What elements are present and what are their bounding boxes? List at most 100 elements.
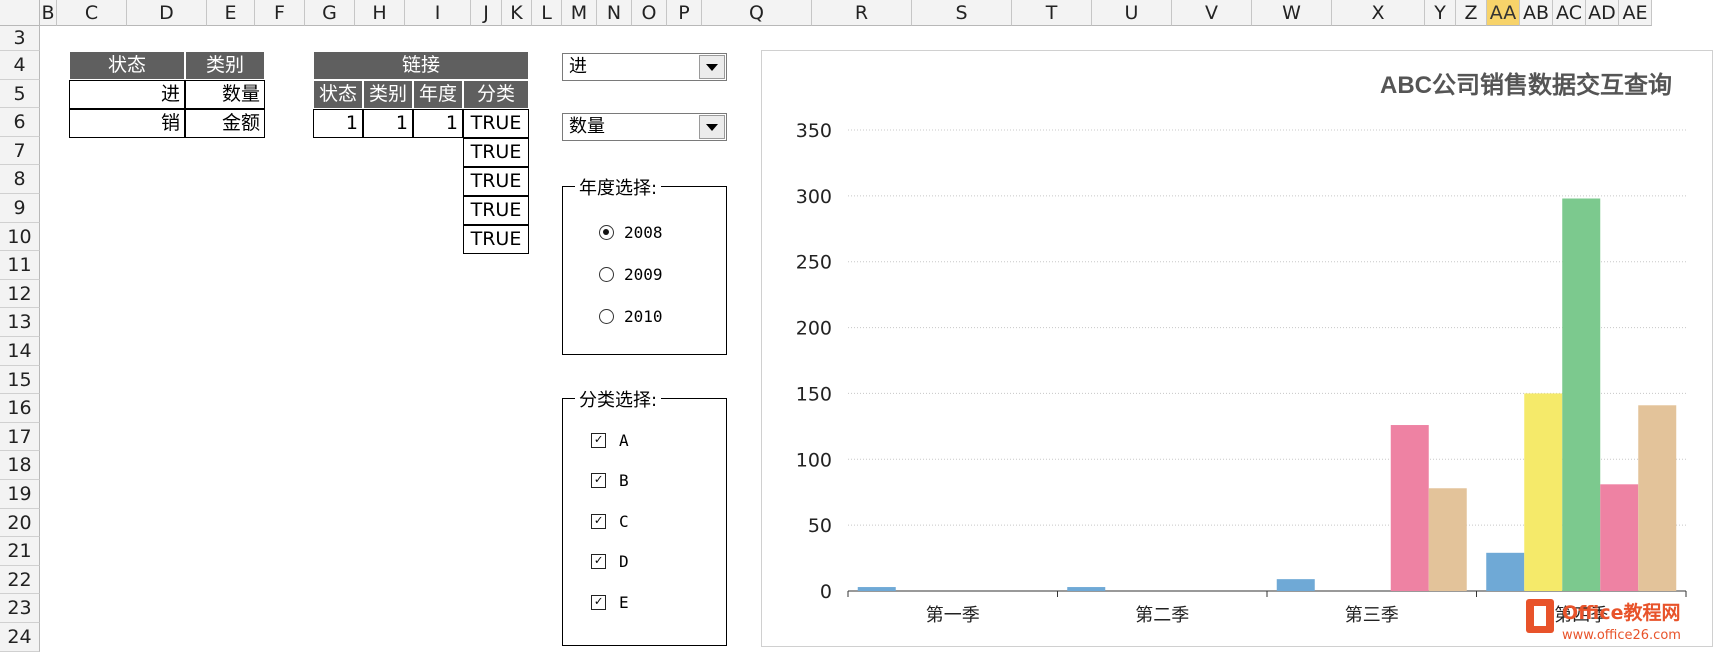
- row-header[interactable]: 10: [0, 222, 40, 252]
- row-header[interactable]: 9: [0, 194, 40, 223]
- row-header[interactable]: 12: [0, 279, 40, 309]
- column-header[interactable]: R: [812, 0, 912, 26]
- checkbox-e[interactable]: ✓ E: [591, 593, 629, 612]
- column-header[interactable]: P: [667, 0, 702, 26]
- bar-D: [1390, 425, 1429, 591]
- column-header[interactable]: Q: [702, 0, 812, 26]
- row-header[interactable]: 20: [0, 508, 40, 538]
- t1-cell-type-amount[interactable]: 金额: [185, 109, 265, 138]
- column-header[interactable]: M: [562, 0, 597, 26]
- watermark-url: www.office26.com: [1562, 628, 1681, 643]
- column-header[interactable]: S: [912, 0, 1012, 26]
- y-tick-label: 0: [820, 581, 832, 603]
- column-header[interactable]: AB: [1520, 0, 1553, 26]
- checkbox-checked-icon: ✓: [591, 514, 606, 529]
- radio-2008[interactable]: 2008: [599, 223, 663, 242]
- t2-cell-status[interactable]: 1: [313, 109, 363, 138]
- row-header[interactable]: 23: [0, 594, 40, 623]
- row-header[interactable]: 8: [0, 165, 40, 194]
- t2-cell-category[interactable]: TRUE: [463, 167, 529, 196]
- column-header[interactable]: AE: [1619, 0, 1652, 26]
- t2-cell-category[interactable]: TRUE: [463, 196, 529, 225]
- row-header[interactable]: 15: [0, 365, 40, 395]
- x-category-label: 第二季: [1135, 605, 1189, 626]
- row-header[interactable]: 4: [0, 51, 40, 80]
- column-header[interactable]: AC: [1553, 0, 1586, 26]
- t2-cell-category[interactable]: TRUE: [463, 225, 529, 254]
- checkbox-a[interactable]: ✓ A: [591, 431, 629, 450]
- column-header[interactable]: N: [597, 0, 632, 26]
- row-header[interactable]: 24: [0, 623, 40, 652]
- y-tick-label: 150: [796, 383, 832, 405]
- x-category-label: 第三季: [1345, 605, 1399, 626]
- checkbox-checked-icon: ✓: [591, 473, 606, 488]
- type-combobox[interactable]: 数量: [562, 113, 727, 141]
- bar-A: [857, 587, 896, 591]
- t1-header-type[interactable]: 类别: [185, 51, 265, 80]
- column-header[interactable]: K: [502, 0, 532, 26]
- column-header[interactable]: G: [305, 0, 355, 26]
- chevron-down-icon[interactable]: [699, 55, 725, 79]
- chart-canvas: ABC公司销售数据交互查询 0 50 100 150 200 250 300 350 第一季 第二季…: [796, 71, 1687, 643]
- t2-header-link[interactable]: 链接: [313, 51, 529, 80]
- column-header[interactable]: C: [57, 0, 127, 26]
- column-header[interactable]: B: [40, 0, 57, 26]
- column-header[interactable]: X: [1332, 0, 1425, 26]
- checkbox-c[interactable]: ✓ C: [591, 512, 629, 531]
- row-header[interactable]: 21: [0, 537, 40, 566]
- radio-2010[interactable]: 2010: [599, 307, 663, 326]
- column-header[interactable]: D: [127, 0, 207, 26]
- row-header[interactable]: 3: [0, 26, 40, 51]
- status-combobox[interactable]: 进: [562, 53, 727, 81]
- sales-chart[interactable]: ABC公司销售数据交互查询 0 50 100 150 200 250 300 350 第一季 第二季…: [761, 50, 1713, 647]
- column-header[interactable]: V: [1172, 0, 1252, 26]
- row-header[interactable]: 11: [0, 251, 40, 280]
- column-header[interactable]: L: [532, 0, 562, 26]
- column-header[interactable]: E: [207, 0, 255, 26]
- column-header[interactable]: H: [355, 0, 405, 26]
- t2-cell-category[interactable]: TRUE: [463, 109, 529, 138]
- row-header[interactable]: 6: [0, 108, 40, 137]
- y-tick-label: 350: [796, 120, 832, 142]
- column-header[interactable]: Y: [1425, 0, 1456, 26]
- chevron-down-icon[interactable]: [699, 115, 725, 139]
- row-header[interactable]: 22: [0, 565, 40, 595]
- t1-cell-status-in[interactable]: 进: [69, 80, 185, 109]
- column-header[interactable]: T: [1012, 0, 1092, 26]
- row-header[interactable]: 16: [0, 394, 40, 423]
- column-header[interactable]: AD: [1586, 0, 1619, 26]
- checkbox-label: B: [619, 471, 629, 490]
- t2-header-category[interactable]: 分类: [463, 80, 529, 109]
- t1-cell-type-qty[interactable]: 数量: [185, 80, 265, 109]
- row-header[interactable]: 5: [0, 79, 40, 109]
- t2-cell-type[interactable]: 1: [363, 109, 413, 138]
- row-header[interactable]: 18: [0, 451, 40, 480]
- column-header[interactable]: W: [1252, 0, 1332, 26]
- column-header[interactable]: Z: [1456, 0, 1487, 26]
- column-header[interactable]: J: [471, 0, 502, 26]
- column-header[interactable]: F: [255, 0, 305, 26]
- select-all-corner[interactable]: [0, 0, 40, 26]
- row-header[interactable]: 19: [0, 480, 40, 509]
- row-header[interactable]: 13: [0, 308, 40, 337]
- column-header[interactable]: U: [1092, 0, 1172, 26]
- t2-cell-year[interactable]: 1: [413, 109, 463, 138]
- column-header[interactable]: I: [405, 0, 471, 26]
- radio-label: 2009: [624, 265, 663, 284]
- t1-header-status[interactable]: 状态: [69, 51, 185, 80]
- t2-header-status[interactable]: 状态: [313, 80, 363, 109]
- radio-2009[interactable]: 2009: [599, 265, 663, 284]
- column-header[interactable]: O: [632, 0, 667, 26]
- column-header[interactable]: AA: [1487, 0, 1520, 26]
- t2-header-type[interactable]: 类别: [363, 80, 413, 109]
- checkbox-d[interactable]: ✓ D: [591, 552, 629, 571]
- t2-header-year[interactable]: 年度: [413, 80, 463, 109]
- t1-cell-status-out[interactable]: 销: [69, 109, 185, 138]
- row-header[interactable]: 14: [0, 337, 40, 366]
- row-header[interactable]: 17: [0, 422, 40, 452]
- checkbox-b[interactable]: ✓ B: [591, 471, 629, 490]
- row-header[interactable]: 7: [0, 136, 40, 166]
- radio-selected-icon: [599, 225, 614, 240]
- y-tick-label: 300: [796, 186, 832, 208]
- t2-cell-category[interactable]: TRUE: [463, 138, 529, 167]
